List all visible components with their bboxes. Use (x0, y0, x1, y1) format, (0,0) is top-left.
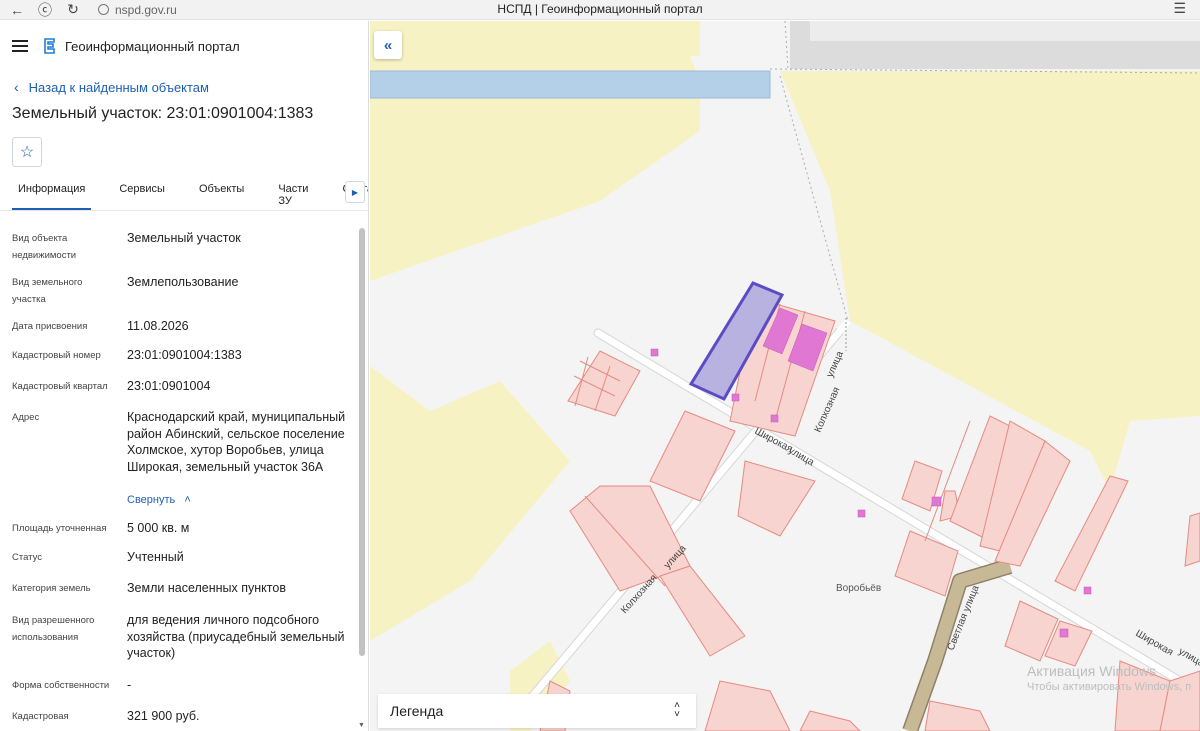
building (931, 496, 942, 507)
property-value: 23:01:0901004:1383 (127, 348, 242, 362)
shield-icon (98, 4, 109, 15)
browser-toolbar: ← ⓒ ↻ nspd.gov.ru НСПД | Геоинформационн… (0, 0, 1200, 20)
property-label: Вид объекта недвижимости (12, 233, 77, 261)
building (857, 509, 866, 518)
building (1059, 628, 1069, 638)
property-value: Учтенный (127, 550, 184, 564)
tab-information[interactable]: Информация (12, 179, 92, 210)
favorite-button[interactable]: ☆ (12, 137, 42, 167)
back-arrow-icon[interactable]: ← (6, 0, 28, 20)
tab-services[interactable]: Сервисы (113, 179, 171, 210)
building (770, 414, 779, 423)
property-value: 11.08.2026 (127, 319, 189, 333)
place-label: Воробьёв (836, 582, 881, 594)
property-value: 321 900 руб. (127, 709, 200, 723)
property-value: Краснодарский край, муниципальный район … (127, 410, 346, 474)
property-label: Площадь уточненная (12, 523, 107, 534)
tab-objects[interactable]: Объекты (193, 179, 250, 210)
building (650, 348, 659, 357)
legend-dropdown[interactable]: Легенда ˄ ˅ (378, 694, 696, 728)
property-label: Статус (12, 552, 43, 563)
page-title: Земельный участок: 23:01:0901004:1383 (12, 105, 314, 122)
panel-scrollbar[interactable]: ▼ (358, 224, 365, 729)
property-label: Вид разрешенного использования (12, 615, 95, 643)
watermark-line2: Чтобы активировать Windows, п (1027, 681, 1192, 693)
portal-title: Геоинформационный портал (65, 38, 240, 54)
property-value: Землепользование (127, 275, 239, 289)
tabs-scroll-right-button[interactable]: ▶ (345, 181, 365, 203)
map-canvas[interactable]: Широкая улица Колхозная улица Колхозная … (370, 21, 1200, 731)
property-value: Земли населенных пунктов (127, 581, 286, 595)
panel-header: Геоинформационный портал (0, 21, 368, 71)
tab-title: НСПД | Геоинформационный портал (497, 2, 703, 16)
property-label: Адрес (12, 412, 40, 423)
scroll-down-arrow-icon[interactable]: ▼ (358, 722, 365, 729)
zone-yellow (370, 21, 700, 56)
caret-right-icon: ▶ (351, 187, 359, 197)
yandex-icon[interactable]: ⓒ (34, 0, 56, 20)
tab-parts[interactable]: Части ЗУ (272, 179, 314, 210)
building (1083, 586, 1092, 595)
chevron-left-icon: ‹ (14, 79, 19, 95)
property-label: Кадастровая (12, 711, 69, 722)
back-to-results-link[interactable]: ‹ Назад к найденным объектам (0, 71, 368, 103)
property-value: Земельный участок (127, 231, 241, 245)
portal-logo-icon (44, 38, 55, 54)
property-value: - (127, 678, 132, 692)
address-bar[interactable]: nspd.gov.ru (98, 3, 177, 17)
property-label: Категория земель (12, 583, 91, 594)
back-link-label: Назад к найденным объектам (28, 79, 209, 95)
water-strip (370, 70, 771, 99)
collapse-panel-button[interactable]: « (374, 31, 402, 59)
building (731, 393, 740, 402)
property-label: Форма собственности (12, 680, 110, 691)
windows-activation-watermark: Активация Windows Чтобы активировать Win… (1027, 663, 1191, 693)
map-view[interactable]: Широкая улица Колхозная улица Колхозная … (370, 21, 1200, 731)
double-chevron-left-icon: « (383, 36, 393, 54)
star-icon: ☆ (19, 144, 35, 161)
scrollbar-thumb[interactable] (359, 228, 365, 656)
hamburger-menu-icon[interactable] (12, 40, 28, 52)
property-value: для ведения личного подсобного хозяйства… (127, 613, 345, 660)
watermark-line1: Активация Windows (1027, 663, 1157, 679)
property-value: 5 000 кв. м (127, 521, 190, 535)
reload-icon[interactable]: ↻ (62, 0, 84, 20)
chevron-up-icon: ˄ (184, 494, 191, 506)
property-label: Кадастровый номер (12, 350, 101, 361)
property-value: 23:01:0901004 (127, 379, 211, 393)
chevron-updown-icon: ˄ ˅ (674, 700, 680, 720)
tab-bar: Информация Сервисы Объекты Части ЗУ Сост… (0, 179, 368, 211)
property-label: Дата присвоения (12, 321, 88, 332)
collapse-label: Свернуть (127, 494, 176, 506)
menu-icon[interactable]: ☰ (1173, 0, 1186, 17)
collapse-address-link[interactable]: Свернуть ˄ (127, 494, 191, 506)
property-label: Кадастровый квартал (12, 381, 108, 392)
property-label: Вид земельного участка (12, 277, 83, 305)
url-text: nspd.gov.ru (115, 2, 177, 17)
legend-label: Легенда (390, 703, 444, 719)
